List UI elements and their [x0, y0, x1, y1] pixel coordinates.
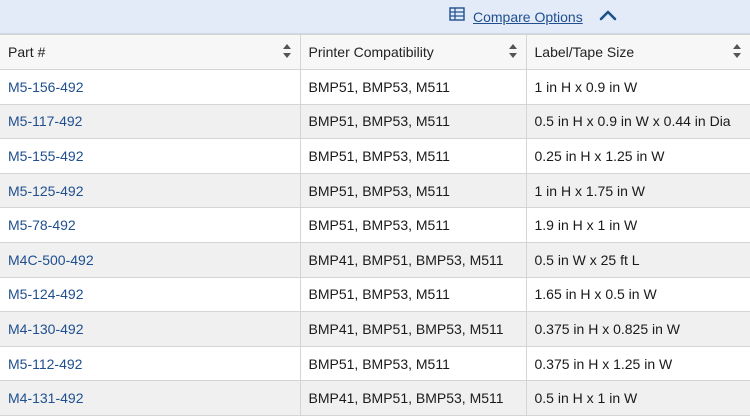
sort-icon[interactable]	[508, 43, 518, 62]
table-row: M4-131-492 BMP41, BMP51, BMP53, M511 0.5…	[0, 380, 750, 416]
compatibility-cell: BMP41, BMP51, BMP53, M511	[299, 311, 527, 347]
table-row: M5-124-492 BMP51, BMP53, M511 1.65 in H …	[0, 276, 750, 313]
compare-table-icon	[449, 7, 465, 26]
part-cell: M4-131-492	[0, 380, 301, 416]
size-cell: 0.375 in H x 0.825 in W	[525, 311, 750, 347]
part-link[interactable]: M5-112-492	[8, 356, 82, 372]
table-row: M5-117-492 BMP51, BMP53, M511 0.5 in H x…	[0, 103, 750, 140]
part-link[interactable]: M4C-500-492	[8, 252, 94, 268]
part-link[interactable]: M4-130-492	[8, 321, 84, 337]
products-table: Part # Printer Compatibility Label/Tape …	[0, 34, 750, 416]
part-link[interactable]: M5-124-492	[8, 286, 84, 302]
table-row: M5-125-492 BMP51, BMP53, M511 1 in H x 1…	[0, 172, 750, 209]
compatibility-cell: BMP41, BMP51, BMP53, M511	[299, 380, 527, 416]
chevron-up-icon[interactable]	[599, 8, 617, 26]
table-row: M5-156-492 BMP51, BMP53, M511 1 in H x 0…	[0, 69, 750, 105]
table-row: M5-112-492 BMP51, BMP53, M511 0.375 in H…	[0, 345, 750, 382]
size-cell: 0.375 in H x 1.25 in W	[525, 345, 750, 382]
compatibility-cell: BMP41, BMP51, BMP53, M511	[299, 241, 527, 278]
size-cell: 0.25 in H x 1.25 in W	[525, 138, 750, 174]
part-link[interactable]: M5-117-492	[8, 113, 82, 129]
compare-options-bar: Compare Options	[0, 0, 750, 34]
column-header-label: Printer Compatibility	[308, 44, 434, 60]
size-cell: 1.9 in H x 1 in W	[525, 207, 750, 243]
compatibility-cell: BMP51, BMP53, M511	[299, 276, 527, 313]
size-cell: 1 in H x 1.75 in W	[525, 172, 750, 209]
part-cell: M5-155-492	[0, 138, 301, 174]
part-link[interactable]: M4-131-492	[8, 390, 84, 406]
table-row: M5-78-492 BMP51, BMP53, M511 1.9 in H x …	[0, 207, 750, 243]
compatibility-cell: BMP51, BMP53, M511	[299, 345, 527, 382]
part-cell: M5-112-492	[0, 345, 301, 382]
compatibility-cell: BMP51, BMP53, M511	[299, 207, 527, 243]
size-cell: 0.5 in W x 25 ft L	[525, 241, 750, 278]
compatibility-cell: BMP51, BMP53, M511	[299, 103, 527, 140]
table-row: M4C-500-492 BMP41, BMP51, BMP53, M511 0.…	[0, 241, 750, 278]
part-cell: M5-125-492	[0, 172, 301, 209]
compare-options-button[interactable]: Compare Options	[449, 7, 617, 26]
column-header-label-tape-size[interactable]: Label/Tape Size	[525, 34, 750, 70]
size-cell: 0.5 in H x 0.9 in W x 0.44 in Dia	[525, 103, 750, 140]
part-cell: M5-124-492	[0, 276, 301, 313]
compare-options-label: Compare Options	[473, 8, 583, 25]
column-header-label: Part #	[8, 44, 46, 60]
table-row: M5-155-492 BMP51, BMP53, M511 0.25 in H …	[0, 138, 750, 174]
compatibility-cell: BMP51, BMP53, M511	[299, 172, 527, 209]
part-cell: M5-117-492	[0, 103, 301, 140]
table-row: M4-130-492 BMP41, BMP51, BMP53, M511 0.3…	[0, 311, 750, 347]
part-cell: M4-130-492	[0, 311, 301, 347]
size-cell: 1 in H x 0.9 in W	[525, 69, 750, 105]
sort-icon[interactable]	[732, 43, 742, 62]
table-header-row: Part # Printer Compatibility Label/Tape …	[0, 34, 750, 70]
part-link[interactable]: M5-155-492	[8, 148, 84, 164]
column-header-part[interactable]: Part #	[0, 34, 301, 70]
part-cell: M5-78-492	[0, 207, 301, 243]
size-cell: 1.65 in H x 0.5 in W	[525, 276, 750, 313]
sort-icon[interactable]	[282, 43, 292, 62]
compatibility-cell: BMP51, BMP53, M511	[299, 138, 527, 174]
column-header-label: Label/Tape Size	[534, 44, 635, 60]
part-cell: M4C-500-492	[0, 241, 301, 278]
part-link[interactable]: M5-125-492	[8, 183, 84, 199]
part-cell: M5-156-492	[0, 69, 301, 105]
part-link[interactable]: M5-156-492	[8, 79, 84, 95]
part-link[interactable]: M5-78-492	[8, 217, 76, 233]
compatibility-cell: BMP51, BMP53, M511	[299, 69, 527, 105]
size-cell: 0.5 in H x 1 in W	[525, 380, 750, 416]
column-header-printer-compatibility[interactable]: Printer Compatibility	[299, 34, 527, 70]
